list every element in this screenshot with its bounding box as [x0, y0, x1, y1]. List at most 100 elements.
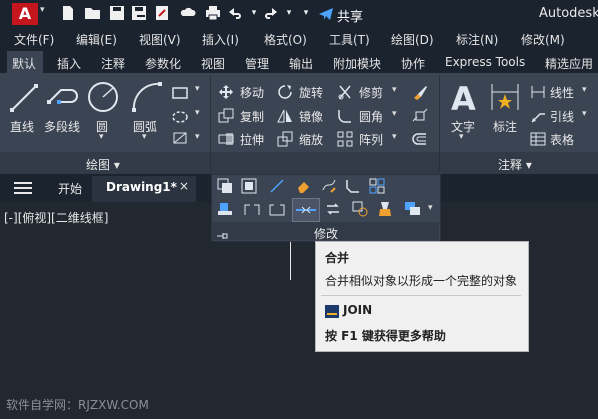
array-tool-icon[interactable] [337, 131, 353, 147]
rotate-tool-icon[interactable] [277, 84, 293, 100]
tab-view[interactable]: 视图 [201, 55, 225, 72]
move-tool-label[interactable]: 移动 [240, 84, 264, 101]
rectangle-tool-icon[interactable] [172, 84, 188, 99]
text-tool-icon[interactable]: A [448, 80, 478, 118]
circle-dropdown-chevron-icon[interactable]: ▾ [99, 132, 104, 142]
delete-duplicates-icon[interactable] [377, 201, 393, 217]
chamfer-icon[interactable] [345, 178, 361, 194]
share-button[interactable]: 共享 [337, 6, 363, 25]
break-at-point-icon[interactable] [244, 201, 260, 217]
edit-polyline-icon[interactable] [321, 178, 337, 194]
array-tool-label[interactable]: 阵列 [359, 131, 383, 148]
menu-tools[interactable]: 工具(T) [329, 31, 370, 48]
linear-dim-icon[interactable] [530, 84, 546, 100]
menu-file[interactable]: 文件(F) [14, 31, 54, 48]
scale-tool-icon[interactable] [277, 131, 293, 147]
join-tool-button[interactable] [292, 198, 320, 222]
drawing-tab-label[interactable]: Drawing1* [106, 180, 177, 194]
extend-line-icon[interactable] [269, 178, 285, 194]
dimension-tool-label[interactable]: 标注 [493, 118, 517, 135]
arc-tool-icon[interactable] [130, 80, 164, 114]
menu-insert[interactable]: 插入(I) [202, 31, 239, 48]
save-icon[interactable] [109, 5, 125, 21]
tab-express-tools[interactable]: Express Tools [445, 55, 525, 69]
text-dropdown-chevron-icon[interactable]: ▾ [459, 132, 464, 142]
plot-cloud-icon[interactable] [180, 5, 196, 21]
erase-brush-icon[interactable] [412, 84, 428, 100]
change-space-icon[interactable] [217, 178, 233, 194]
draw-order-icon[interactable] [217, 201, 233, 217]
break-icon[interactable] [269, 201, 285, 217]
leader-tool-label[interactable]: 引线 [550, 108, 574, 125]
pin-panel-icon[interactable] [216, 226, 228, 239]
tab-featured-apps[interactable]: 精选应用 [545, 55, 593, 72]
stretch-tool-icon[interactable] [218, 131, 234, 147]
move-tool-icon[interactable] [218, 84, 234, 100]
tab-insert[interactable]: 插入 [57, 55, 81, 72]
tab-manage[interactable]: 管理 [245, 55, 269, 72]
menu-dimension[interactable]: 标注(N) [456, 31, 498, 48]
tab-output[interactable]: 输出 [289, 55, 313, 72]
fillet-tool-label[interactable]: 圆角 [359, 108, 383, 125]
print-icon[interactable] [205, 5, 221, 21]
share-paperplane-icon[interactable] [318, 6, 334, 20]
erase-icon[interactable] [296, 178, 312, 194]
rotate-tool-label[interactable]: 旋转 [299, 84, 323, 101]
menu-format[interactable]: 格式(O) [264, 31, 307, 48]
undo-dropdown-chevron-icon[interactable]: ▾ [246, 5, 262, 21]
menu-view[interactable]: 视图(V) [139, 31, 181, 48]
mirror-tool-icon[interactable] [277, 108, 293, 124]
table-tool-icon[interactable] [530, 131, 546, 147]
tab-annotate[interactable]: 注释 [101, 55, 125, 72]
rectangle-dropdown-chevron-icon[interactable]: ▾ [195, 84, 200, 94]
dimension-tool-icon[interactable] [488, 80, 522, 116]
scale-tool-label[interactable]: 缩放 [299, 131, 323, 148]
copy-nested-objects-icon[interactable] [352, 201, 368, 217]
undo-icon[interactable] [228, 5, 244, 21]
menu-modify[interactable]: 修改(M) [521, 31, 565, 48]
redo-icon[interactable] [262, 5, 278, 21]
arc-dropdown-chevron-icon[interactable]: ▾ [142, 132, 147, 142]
linear-dim-label[interactable]: 线性 [550, 84, 574, 101]
autocad-logo-button[interactable]: A [12, 3, 38, 25]
lengthen-icon[interactable] [241, 178, 257, 194]
tab-parametric[interactable]: 参数化 [145, 55, 181, 72]
array-dropdown-chevron-icon[interactable]: ▾ [392, 132, 397, 142]
circle-tool-icon[interactable] [86, 80, 120, 114]
tab-collaborate[interactable]: 协作 [401, 55, 425, 72]
boundary-dropdown-chevron-icon[interactable]: ▾ [195, 132, 200, 142]
leader-tool-icon[interactable] [530, 108, 546, 124]
trim-tool-label[interactable]: 修剪 [359, 84, 383, 101]
menu-draw[interactable]: 绘图(D) [391, 31, 434, 48]
hamburger-menu-icon[interactable] [14, 180, 32, 194]
app-menu-chevron-icon[interactable]: ▾ [40, 5, 45, 15]
reverse-icon[interactable] [325, 201, 341, 217]
line-tool-icon[interactable] [8, 80, 40, 116]
boundary-tool-icon[interactable] [172, 130, 188, 144]
fillet-tool-icon[interactable] [337, 108, 353, 124]
table-tool-label[interactable]: 表格 [550, 131, 574, 148]
draw-panel-title[interactable]: 绘图 ▾ [86, 156, 120, 173]
trim-dropdown-chevron-icon[interactable]: ▾ [392, 85, 397, 95]
annotation-panel-title[interactable]: 注释 ▾ [498, 156, 532, 173]
copy-tool-icon[interactable] [218, 108, 234, 124]
quick-access-customize-icon[interactable]: ▾ [298, 5, 314, 21]
linear-dropdown-chevron-icon[interactable]: ▾ [582, 85, 587, 95]
redo-dropdown-chevron-icon[interactable]: ▾ [281, 5, 297, 21]
explode-tool-icon[interactable] [412, 108, 428, 124]
close-tab-icon[interactable]: × [179, 179, 189, 193]
leader-dropdown-chevron-icon[interactable]: ▾ [582, 109, 587, 119]
hatch-dropdown-chevron-icon[interactable]: ▾ [195, 108, 200, 118]
tab-start[interactable]: 开始 [58, 180, 82, 197]
mirror-tool-label[interactable]: 镜像 [299, 108, 323, 125]
stretch-tool-label[interactable]: 拉伸 [240, 131, 264, 148]
align-icon[interactable] [369, 178, 385, 194]
overkill-dropdown-chevron-icon[interactable]: ▾ [428, 203, 433, 213]
tab-addins[interactable]: 附加模块 [333, 55, 381, 72]
tab-default[interactable]: 默认 [12, 55, 36, 72]
trim-tool-icon[interactable] [337, 84, 353, 100]
polyline-tool-icon[interactable] [45, 80, 81, 116]
fillet-dropdown-chevron-icon[interactable]: ▾ [392, 109, 397, 119]
offset-tool-icon[interactable] [412, 131, 428, 147]
open-folder-icon[interactable] [84, 5, 100, 21]
